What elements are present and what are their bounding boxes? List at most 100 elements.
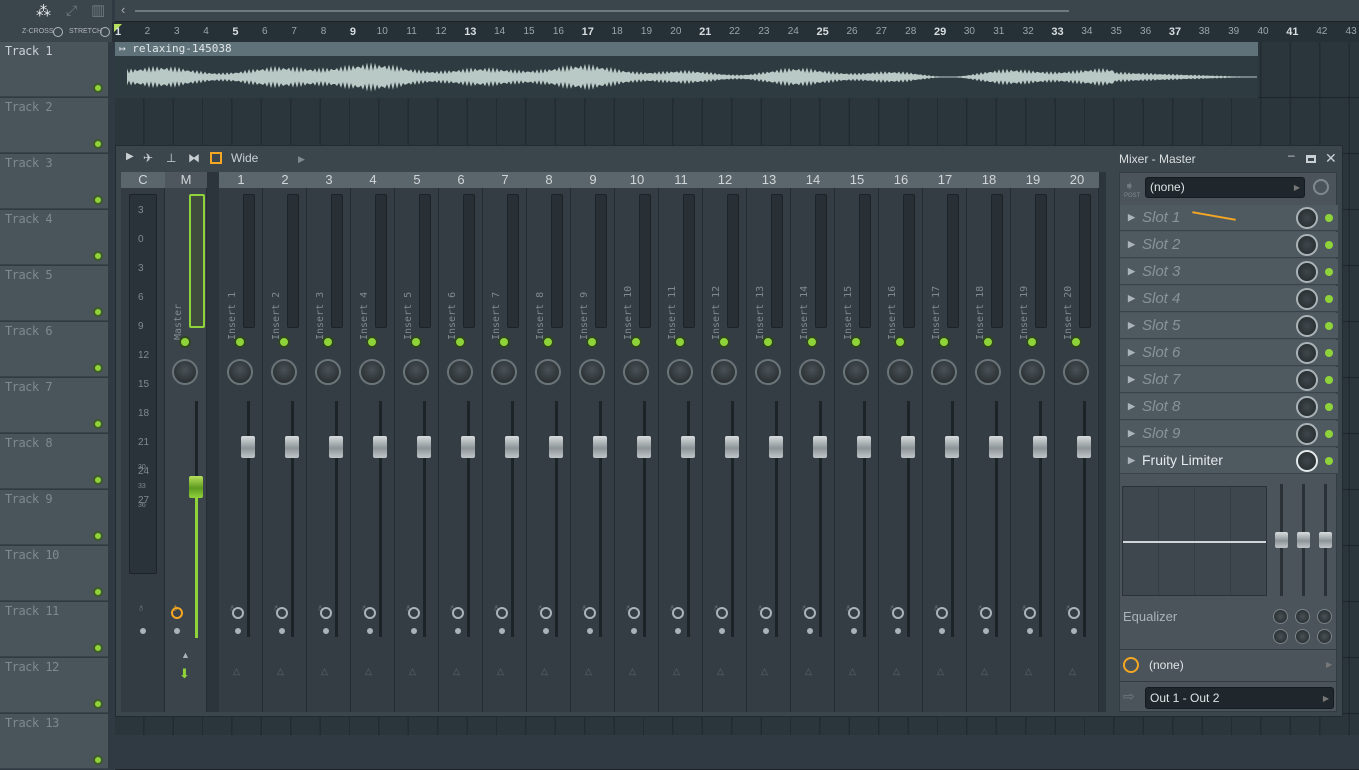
eq-knob[interactable] [1295,629,1310,644]
slot-enable-dot[interactable] [1325,241,1333,249]
route-dot[interactable] [499,628,505,634]
ruler-bar-41[interactable]: 41 [1286,26,1298,38]
insert-strip[interactable]: Insert 16 ♁ △ [879,188,923,712]
view-icon[interactable]: ⧓ [188,151,200,165]
slot-expand-icon[interactable]: ▶ [1128,212,1135,223]
send-arrow-icon[interactable]: △ [893,666,900,677]
track-header[interactable]: Track 6 [0,322,108,377]
master-volume-fader[interactable] [189,476,203,498]
eq-graph[interactable] [1122,486,1267,596]
route-dot[interactable] [939,628,945,634]
send-arrow-icon[interactable]: △ [629,666,636,677]
track-enable-dot[interactable] [93,587,103,597]
send-arrow-icon[interactable]: △ [849,666,856,677]
route-dot[interactable] [543,628,549,634]
insert-volume-fader[interactable] [725,436,739,458]
insert-pan-knob[interactable] [579,359,605,385]
send-arrow-icon[interactable]: △ [233,666,240,677]
effect-slot[interactable]: ▶ Slot 1 [1120,205,1338,231]
insert-strip[interactable]: Insert 3 ♁ △ [307,188,351,712]
track-enable-dot[interactable] [93,755,103,765]
slot-enable-dot[interactable] [1325,214,1333,222]
track-enable-dot[interactable] [93,195,103,205]
ruler-bar-23[interactable]: 23 [758,26,769,37]
latency-clock-icon[interactable] [584,607,596,619]
route-dot[interactable] [587,628,593,634]
ruler-bar-31[interactable]: 31 [993,26,1004,37]
latency-clock-icon[interactable] [848,607,860,619]
slot-expand-icon[interactable]: ▶ [1128,293,1135,304]
latency-clock-icon[interactable] [1123,657,1139,673]
waveform-icon[interactable]: ⁂ [36,2,51,20]
track-enable-dot[interactable] [93,419,103,429]
route-dot[interactable] [719,628,725,634]
track-enable-dot[interactable] [93,363,103,373]
slot-mix-knob[interactable] [1296,261,1318,283]
stretch-toggle[interactable] [100,27,110,37]
ruler-bar-38[interactable]: 38 [1199,26,1210,37]
insert-pan-knob[interactable] [315,359,341,385]
insert-enable-dot[interactable] [762,336,774,348]
ruler-bar-37[interactable]: 37 [1169,26,1181,38]
eq-low-fader[interactable] [1275,532,1288,548]
insert-volume-fader[interactable] [989,436,1003,458]
ruler-bar-29[interactable]: 29 [934,26,946,38]
ruler-bar-7[interactable]: 7 [291,26,297,37]
insert-enable-dot[interactable] [498,336,510,348]
send-arrow-icon[interactable]: △ [541,666,548,677]
insert-enable-dot[interactable] [1070,336,1082,348]
slot-enable-dot[interactable] [1325,295,1333,303]
ruler-bar-20[interactable]: 20 [670,26,681,37]
slot-mix-knob[interactable] [1296,396,1318,418]
insert-enable-dot[interactable] [542,336,554,348]
insert-strip[interactable]: Insert 4 ♁ △ [351,188,395,712]
ruler-bar-9[interactable]: 9 [350,26,356,38]
insert-strip[interactable]: Insert 8 ♁ △ [527,188,571,712]
latency-clock-icon[interactable] [408,607,420,619]
send-arrow-icon[interactable]: △ [409,666,416,677]
ruler-bar-6[interactable]: 6 [262,26,268,37]
effect-slot[interactable]: ▶ Slot 8 [1120,394,1338,420]
route-dot[interactable] [174,628,180,634]
effect-slot[interactable]: ▶ Slot 2 [1120,232,1338,258]
track-enable-dot[interactable] [93,531,103,541]
track-header[interactable]: Track 13 [0,714,108,769]
ruler-bar-43[interactable]: 43 [1346,26,1357,37]
insert-volume-fader[interactable] [329,436,343,458]
insert-enable-dot[interactable] [234,336,246,348]
route-dot[interactable] [1071,628,1077,634]
route-dot[interactable] [323,628,329,634]
send-arrow-icon[interactable]: △ [761,666,768,677]
latency-clock-icon[interactable] [760,607,772,619]
send-arrow-icon[interactable]: △ [321,666,328,677]
route-dot[interactable] [1027,628,1033,634]
route-dot[interactable] [675,628,681,634]
insert-strip[interactable]: Insert 19 ♁ △ [1011,188,1055,712]
ruler-bar-4[interactable]: 4 [203,26,209,37]
ruler-bar-36[interactable]: 36 [1140,26,1151,37]
slot-enable-dot[interactable] [1325,268,1333,276]
ruler-bar-35[interactable]: 35 [1111,26,1122,37]
send-arrow-icon[interactable]: △ [585,666,592,677]
insert-pan-knob[interactable] [623,359,649,385]
latency-clock-icon[interactable] [171,607,183,619]
ruler-bar-2[interactable]: 2 [145,26,151,37]
latency-clock-icon[interactable] [364,607,376,619]
insert-pan-knob[interactable] [1019,359,1045,385]
horizontal-scrollbar[interactable]: ‹ [115,0,1359,22]
insert-strip[interactable]: Insert 5 ♁ △ [395,188,439,712]
insert-enable-dot[interactable] [850,336,862,348]
slot-enable-dot[interactable] [1325,349,1333,357]
master-strip[interactable]: Master ♁ ▲ ⬇ [165,188,207,712]
insert-strip[interactable]: Insert 10 ♁ △ [615,188,659,712]
ruler-bar-27[interactable]: 27 [876,26,887,37]
ruler-bar-40[interactable]: 40 [1257,26,1268,37]
route-dot[interactable] [235,628,241,634]
insert-pan-knob[interactable] [535,359,561,385]
ruler-bar-12[interactable]: 12 [435,26,446,37]
insert-volume-fader[interactable] [549,436,563,458]
route-dot[interactable] [411,628,417,634]
ruler-bar-24[interactable]: 24 [788,26,799,37]
insert-pan-knob[interactable] [887,359,913,385]
insert-enable-dot[interactable] [1026,336,1038,348]
